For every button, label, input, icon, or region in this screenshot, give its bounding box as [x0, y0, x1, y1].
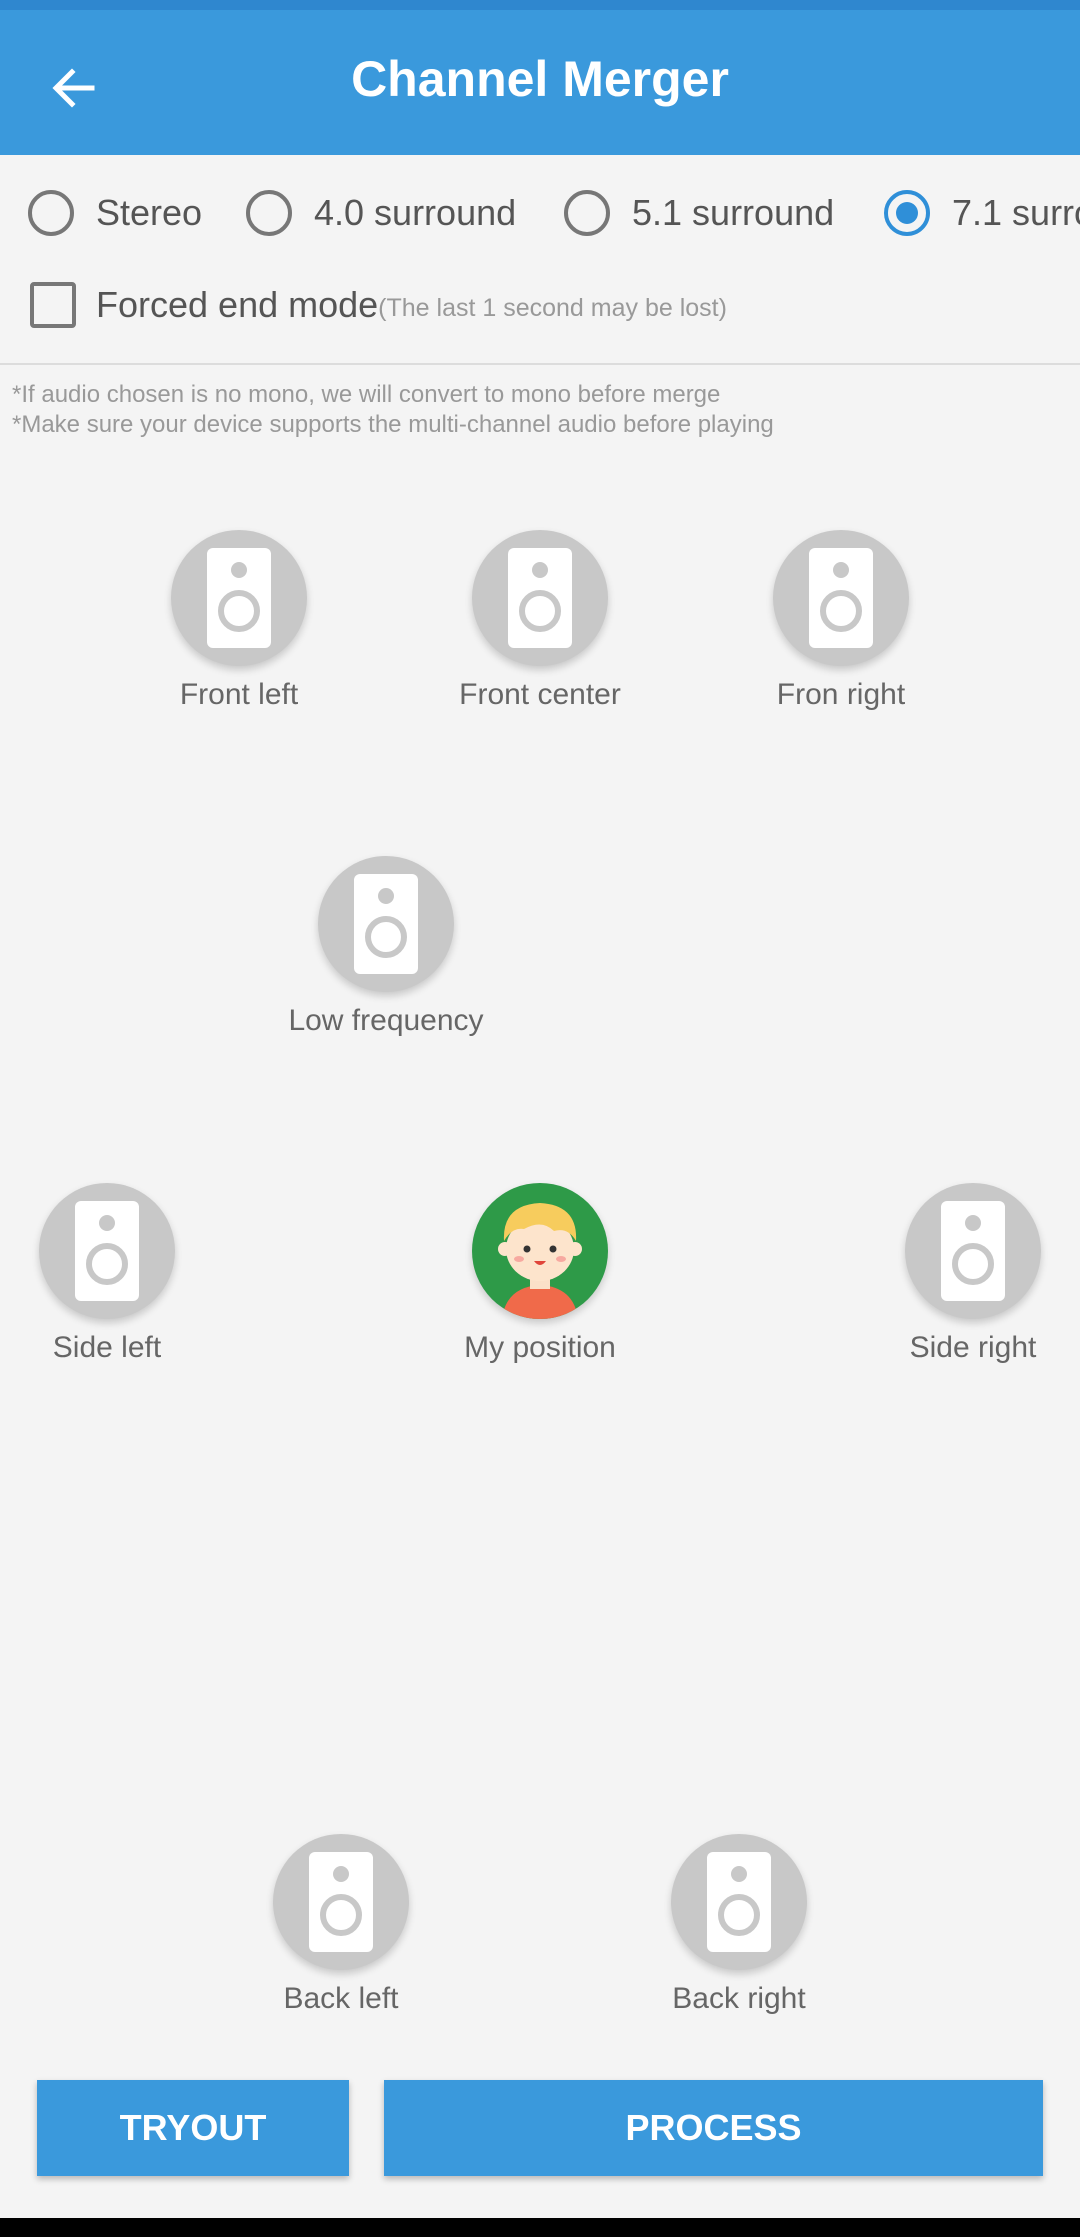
radio-stereo[interactable]: Stereo — [28, 185, 202, 241]
checkbox-icon — [30, 282, 76, 328]
speaker-side-left[interactable]: Side left — [0, 1183, 217, 1365]
speaker-icon — [273, 1834, 409, 1970]
note-line: *If audio chosen is no mono, we will con… — [12, 381, 721, 408]
page-title: Channel Merger — [351, 51, 729, 107]
radio-label: Stereo — [96, 192, 203, 233]
speaker-back-right[interactable]: Back right — [629, 1834, 849, 2016]
speaker-icon — [472, 530, 608, 666]
radio-label: 4.0 surround — [314, 192, 517, 233]
child-avatar-icon — [498, 1203, 582, 1319]
radio-7-1-surround[interactable]: 7.1 surround — [884, 185, 1080, 241]
speaker-front-left[interactable]: Front left — [129, 530, 349, 712]
speaker-front-right[interactable]: Fron right — [731, 530, 951, 712]
avatar — [472, 1183, 608, 1319]
speaker-icon — [171, 530, 307, 666]
speaker-back-left[interactable]: Back left — [231, 1834, 451, 2016]
process-button[interactable]: PROCESS — [384, 2080, 1043, 2176]
app-bar: Channel Merger — [0, 10, 1080, 155]
speaker-icon — [773, 530, 909, 666]
radio-circle-icon — [246, 190, 292, 236]
radio-label: 7.1 surround — [952, 192, 1080, 233]
checkbox-label: Forced end mode — [96, 284, 379, 325]
speaker-label: Front center — [459, 678, 621, 711]
speaker-label: Fron right — [776, 678, 906, 711]
info-notes: *If audio chosen is no mono, we will con… — [12, 380, 774, 440]
note-line: *Make sure your device supports the mult… — [12, 411, 774, 438]
speaker-label: Side right — [909, 1331, 1037, 1364]
radio-circle-icon — [28, 190, 74, 236]
status-bar — [0, 0, 1080, 10]
speaker-icon — [671, 1834, 807, 1970]
speaker-side-right[interactable]: Side right — [863, 1183, 1080, 1365]
speaker-low-frequency[interactable]: Low frequency — [276, 856, 496, 1038]
speaker-front-center[interactable]: Front center — [430, 530, 650, 712]
speaker-icon — [39, 1183, 175, 1319]
radio-5-1-surround[interactable]: 5.1 surround — [564, 185, 834, 241]
speaker-label: Side left — [52, 1331, 162, 1364]
my-position-label: My position — [464, 1331, 616, 1364]
checkbox-note: (The last 1 second may be lost) — [378, 293, 727, 322]
navigation-bar — [0, 2218, 1080, 2237]
channel-mode-group: Stereo 4.0 surround 5.1 surround 7.1 sur… — [0, 155, 1080, 270]
divider — [0, 363, 1080, 365]
speaker-label: Back right — [672, 1982, 806, 2015]
speaker-label: Low frequency — [288, 1004, 484, 1037]
speaker-icon — [905, 1183, 1041, 1319]
tryout-button[interactable]: TRYOUT — [37, 2080, 349, 2176]
radio-circle-icon — [564, 190, 610, 236]
speaker-label: Front left — [179, 678, 299, 711]
radio-label: 5.1 surround — [632, 192, 835, 233]
radio-selected-icon — [884, 190, 930, 236]
speaker-label: Back left — [283, 1982, 399, 2015]
speaker-icon — [318, 856, 454, 992]
forced-end-mode-checkbox[interactable]: Forced end mode (The last 1 second may b… — [30, 282, 727, 328]
radio-4-0-surround[interactable]: 4.0 surround — [246, 185, 516, 241]
my-position[interactable]: My position — [430, 1183, 650, 1365]
